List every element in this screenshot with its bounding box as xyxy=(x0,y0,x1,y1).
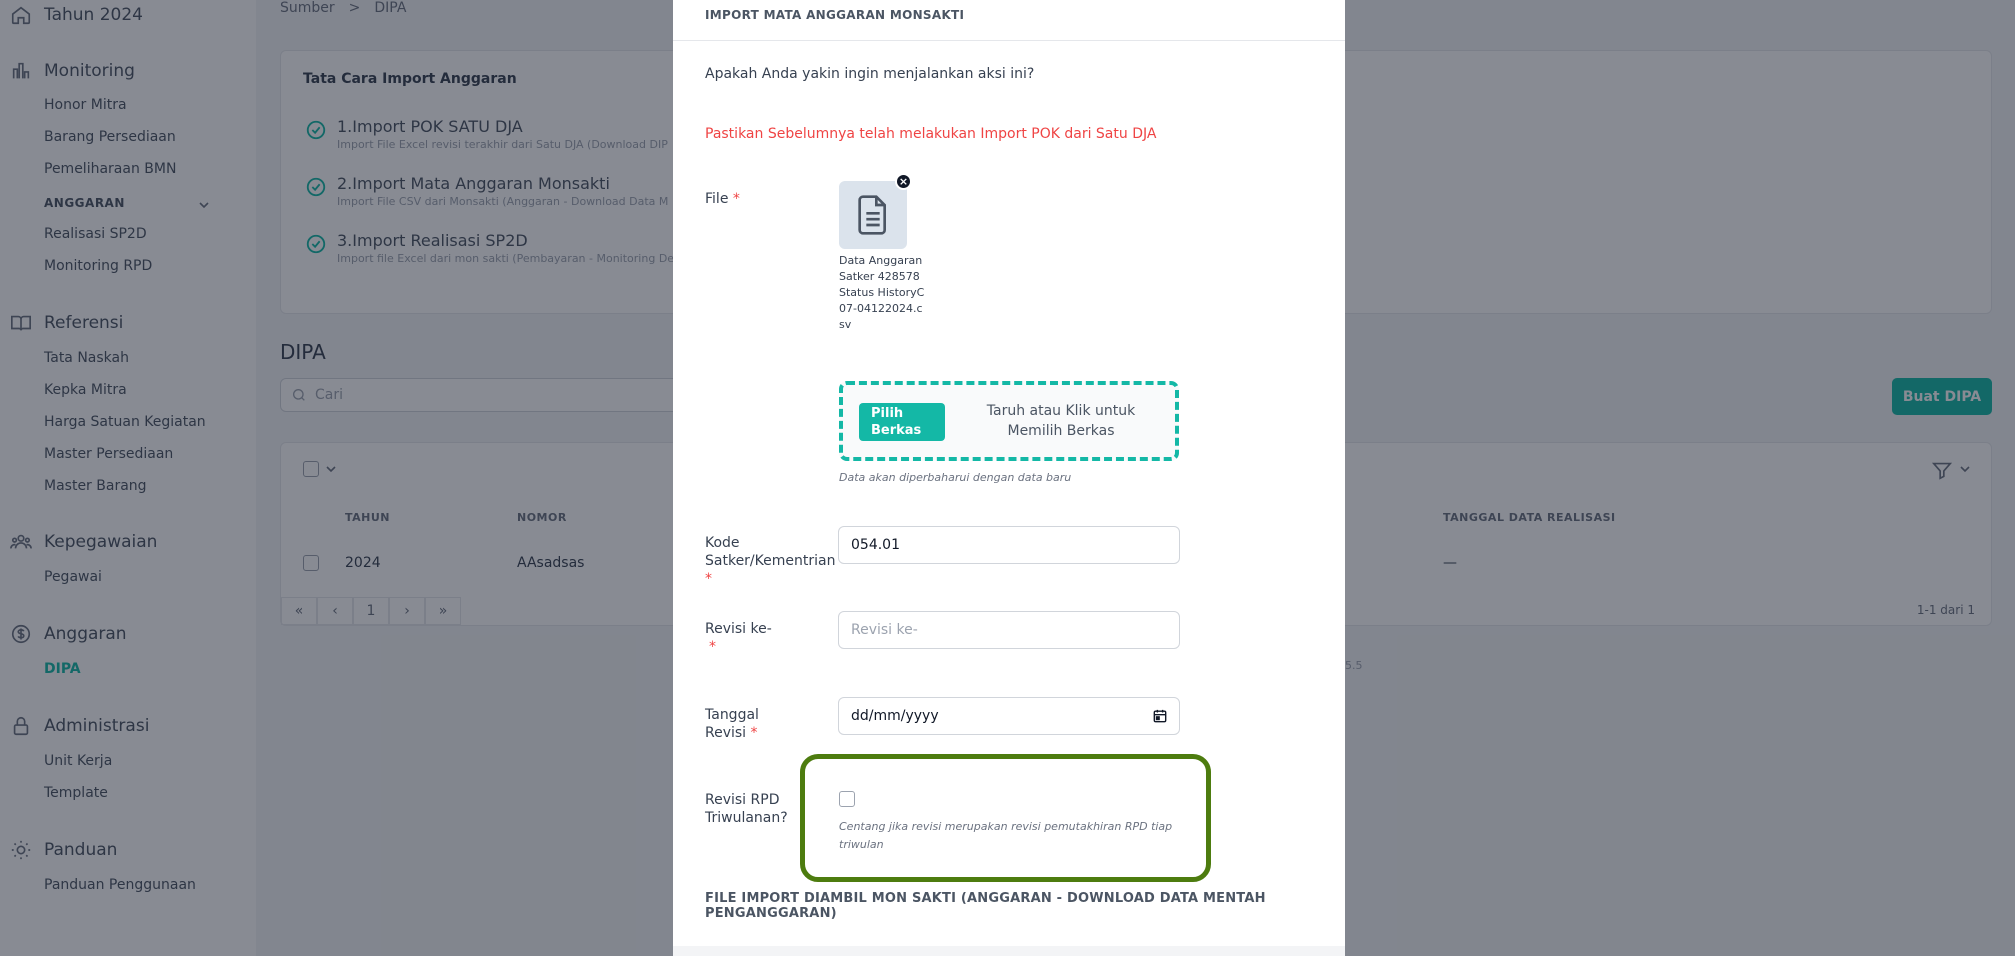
file-preview xyxy=(839,181,907,249)
document-icon xyxy=(858,195,886,235)
import-source-note: FILE IMPORT DIAMBIL MON SAKTI (ANGGARAN … xyxy=(705,891,1266,921)
remove-file-button[interactable]: × xyxy=(895,173,912,190)
warning-message: Pastikan Sebelumnya telah melakukan Impo… xyxy=(705,126,1157,142)
calendar-icon[interactable] xyxy=(1153,709,1167,723)
kode-satker-input[interactable]: 054.01 xyxy=(838,526,1180,564)
kode-satker-label-text: Kode Satker/Kementrian xyxy=(705,535,836,569)
modal-header: IMPORT MATA ANGGARAN MONSAKTI xyxy=(673,0,1345,41)
file-dropzone[interactable]: Pilih Berkas Taruh atau Klik untuk Memil… xyxy=(839,381,1179,461)
required-mark: * xyxy=(705,571,712,587)
file-helper-text: Data akan diperbaharui dengan data baru xyxy=(839,471,1072,484)
highlight-frame xyxy=(800,754,1211,882)
tanggal-revisi-label: Tanggal Revisi * xyxy=(705,706,775,742)
file-label: File * xyxy=(705,190,835,208)
choose-file-button[interactable]: Pilih Berkas xyxy=(859,403,945,441)
file-name: Data Anggaran Satker 428578 Status Histo… xyxy=(839,254,925,331)
required-mark: * xyxy=(732,191,740,207)
revisi-label: Revisi ke- * xyxy=(705,620,775,656)
dropzone-text: Taruh atau Klik untuk Memilih Berkas xyxy=(986,403,1136,439)
required-mark: * xyxy=(750,725,758,741)
confirm-question: Apakah Anda yakin ingin menjalankan aksi… xyxy=(705,66,1035,82)
required-mark: * xyxy=(709,639,716,655)
tanggal-revisi-input[interactable]: dd/mm/yyyy xyxy=(838,697,1180,735)
modal-footer xyxy=(673,946,1345,956)
import-modal: IMPORT MATA ANGGARAN MONSAKTI Apakah And… xyxy=(673,0,1345,956)
date-placeholder: dd/mm/yyyy xyxy=(851,708,939,724)
file-label-text: File xyxy=(705,191,729,207)
revisi-input[interactable]: Revisi ke- xyxy=(838,611,1180,649)
revisi-label-text: Revisi ke- xyxy=(705,621,772,637)
kode-satker-label: Kode Satker/Kementrian * xyxy=(705,534,835,588)
revisi-rpd-label: Revisi RPD Triwulanan? xyxy=(705,792,788,826)
modal-title: IMPORT MATA ANGGARAN MONSAKTI xyxy=(705,8,965,22)
